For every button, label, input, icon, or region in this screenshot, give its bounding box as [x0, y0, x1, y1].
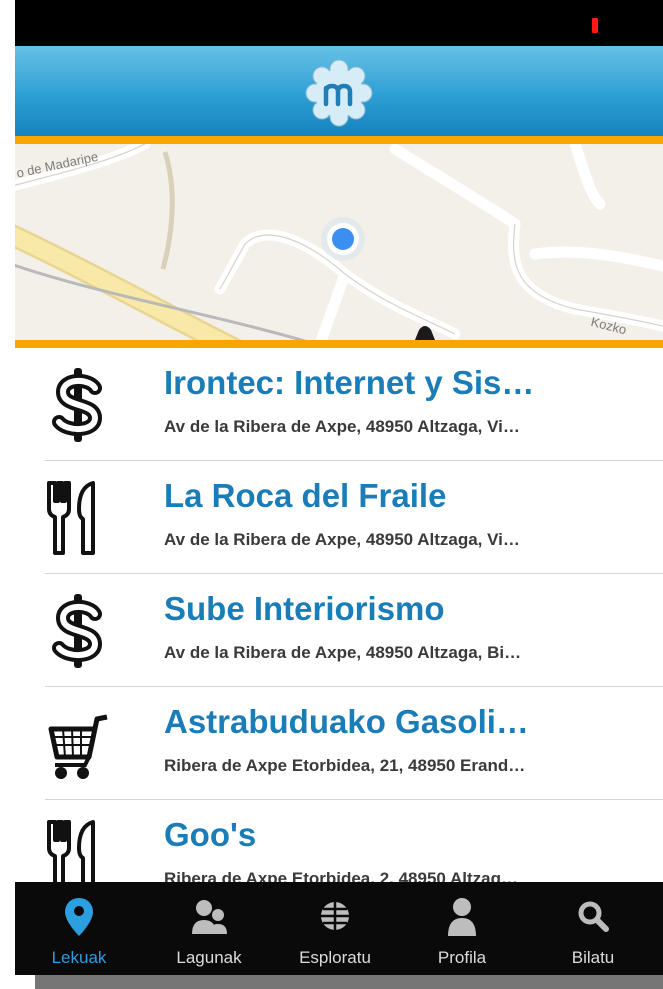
list-item[interactable]: Goo's Ribera de Axpe Etorbidea, 2, 48950… — [15, 800, 663, 882]
tab-bar: Lekuak Lagunak Esploratu Profila Bilatu — [15, 882, 663, 975]
place-name: Irontec: Internet y Sis… — [164, 364, 535, 401]
nav-bar — [15, 46, 663, 136]
globe-icon — [321, 902, 349, 930]
place-name: Astrabuduako Gasoli… — [164, 703, 529, 740]
list-item[interactable]: Astrabuduako Gasoli… Ribera de Axpe Etor… — [15, 687, 663, 800]
dollar-icon — [52, 368, 103, 442]
places-list[interactable]: Irontec: Internet y Sis… Av de la Ribera… — [15, 348, 663, 882]
home-indicator-strip — [35, 975, 663, 989]
person-icon — [448, 898, 476, 936]
location-pin-icon — [65, 898, 93, 936]
app-screen: o de Madaripe Kozko Irontec: Internet y … — [15, 0, 663, 989]
status-bar — [15, 0, 663, 46]
place-address: Av de la Ribera de Axpe, 48950 Altzaga, … — [164, 530, 520, 549]
list-item[interactable]: Irontec: Internet y Sis… Av de la Ribera… — [15, 348, 663, 461]
place-name: La Roca del Fraile — [164, 477, 447, 514]
place-address: Av de la Ribera de Axpe, 48950 Altzaga, … — [164, 643, 522, 662]
nav-accent-stripe — [15, 136, 663, 144]
place-name: Goo's — [164, 816, 257, 853]
app-logo-icon[interactable] — [304, 58, 374, 128]
fork-knife-icon — [47, 820, 95, 882]
fork-knife-icon — [47, 481, 95, 555]
tab-label: Profila — [437, 948, 487, 967]
friends-icon — [192, 900, 227, 934]
list-item[interactable]: Sube Interiorismo Av de la Ribera de Axp… — [15, 574, 663, 687]
map-accent-stripe — [15, 340, 663, 348]
map-roads — [15, 144, 663, 340]
tab-esploratu[interactable]: Esploratu — [275, 882, 395, 975]
map-view[interactable]: o de Madaripe Kozko — [15, 144, 663, 340]
tab-label: Lekuak — [51, 948, 107, 967]
tab-profila[interactable]: Profila — [402, 882, 522, 975]
tab-bilatu[interactable]: Bilatu — [533, 882, 653, 975]
tab-lekuak[interactable]: Lekuak — [19, 882, 139, 975]
tab-label: Esploratu — [299, 948, 371, 967]
search-icon — [578, 901, 609, 932]
shopping-cart-icon — [48, 714, 108, 779]
place-address: Ribera de Axpe Etorbidea, 2, 48950 Altza… — [164, 869, 518, 882]
tab-lagunak[interactable]: Lagunak — [149, 882, 269, 975]
tab-label: Lagunak — [176, 948, 242, 967]
list-item[interactable]: La Roca del Fraile Av de la Ribera de Ax… — [15, 461, 663, 574]
place-name: Sube Interiorismo — [164, 590, 445, 627]
dollar-icon — [52, 594, 103, 668]
place-address: Av de la Ribera de Axpe, 48950 Altzaga, … — [164, 417, 520, 436]
battery-icon — [592, 18, 598, 33]
tab-label: Bilatu — [571, 948, 615, 967]
place-address: Ribera de Axpe Etorbidea, 21, 48950 Eran… — [164, 756, 526, 775]
